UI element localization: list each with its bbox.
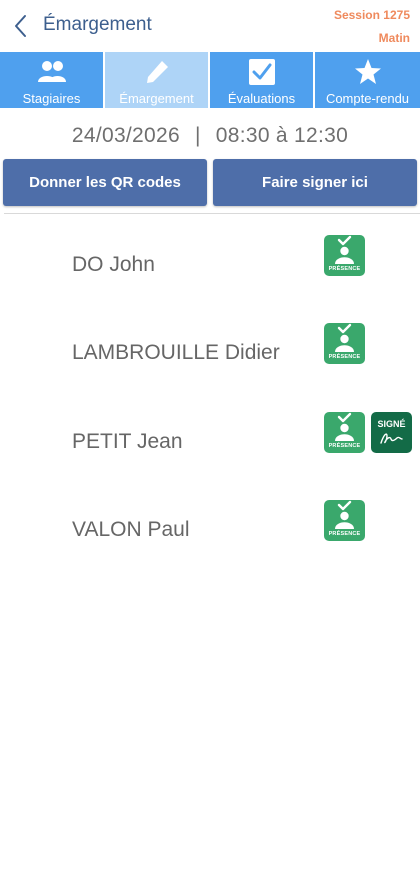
trainee-name: PETIT Jean xyxy=(72,430,183,453)
tab-label: Compte-rendu xyxy=(325,91,410,106)
page-title: Émargement xyxy=(43,14,152,35)
presence-label: PRÉSENCE xyxy=(328,443,361,449)
give-qr-codes-button[interactable]: Donner les QR codes xyxy=(3,159,207,206)
trainee-row: LAMBROUILLE Didier PRÉSENCE xyxy=(0,323,420,383)
presence-badge[interactable]: PRÉSENCE xyxy=(324,500,365,541)
checkbox-icon xyxy=(248,59,275,85)
star-icon xyxy=(354,59,381,84)
session-period: Matin xyxy=(378,31,410,45)
chevron-left-icon xyxy=(15,15,26,37)
tab-label: Émargement xyxy=(119,91,194,106)
users-icon xyxy=(37,61,66,82)
trainee-row: PETIT Jean PRÉSENCE SIGNÉ xyxy=(0,412,420,472)
tab-compte-rendu[interactable]: Compte-rendu xyxy=(315,52,420,108)
divider xyxy=(4,213,420,214)
tab-label: Évaluations xyxy=(227,91,296,106)
trainee-name: LAMBROUILLE Didier xyxy=(72,341,280,364)
app-header: Émargement Session 1275 Matin xyxy=(0,0,420,52)
signature-icon xyxy=(380,433,403,444)
presence-label: PRÉSENCE xyxy=(328,354,361,360)
action-buttons: Donner les QR codes Faire signer ici xyxy=(3,159,417,206)
presence-badge[interactable]: PRÉSENCE xyxy=(324,323,365,364)
tab-bar: Stagiaires Émargement Évaluations Compte… xyxy=(0,52,420,108)
back-button[interactable] xyxy=(10,12,34,40)
signed-badge[interactable]: SIGNÉ xyxy=(371,412,412,453)
tab-label: Stagiaires xyxy=(22,91,81,106)
tab-stagiaires[interactable]: Stagiaires xyxy=(0,52,103,108)
session-schedule: 24/03/2026 | 08:30 à 12:30 xyxy=(0,124,420,148)
session-number: Session 1275 xyxy=(333,8,410,22)
presence-label: PRÉSENCE xyxy=(328,531,361,537)
presence-badge[interactable]: PRÉSENCE xyxy=(324,235,365,276)
trainee-name: VALON Paul xyxy=(72,518,190,541)
sign-here-button[interactable]: Faire signer ici xyxy=(213,159,417,206)
presence-label: PRÉSENCE xyxy=(328,266,361,272)
trainee-row: DO John PRÉSENCE xyxy=(0,235,420,295)
pencil-icon xyxy=(146,61,168,83)
tab-emargement[interactable]: Émargement xyxy=(105,52,208,108)
trainee-row: VALON Paul PRÉSENCE xyxy=(0,500,420,560)
tab-evaluations[interactable]: Évaluations xyxy=(210,52,313,108)
trainee-name: DO John xyxy=(72,253,155,276)
schedule-separator: | xyxy=(194,124,201,147)
session-time: 08:30 à 12:30 xyxy=(215,124,349,147)
presence-badge[interactable]: PRÉSENCE xyxy=(324,412,365,453)
session-date: 24/03/2026 xyxy=(71,124,180,147)
